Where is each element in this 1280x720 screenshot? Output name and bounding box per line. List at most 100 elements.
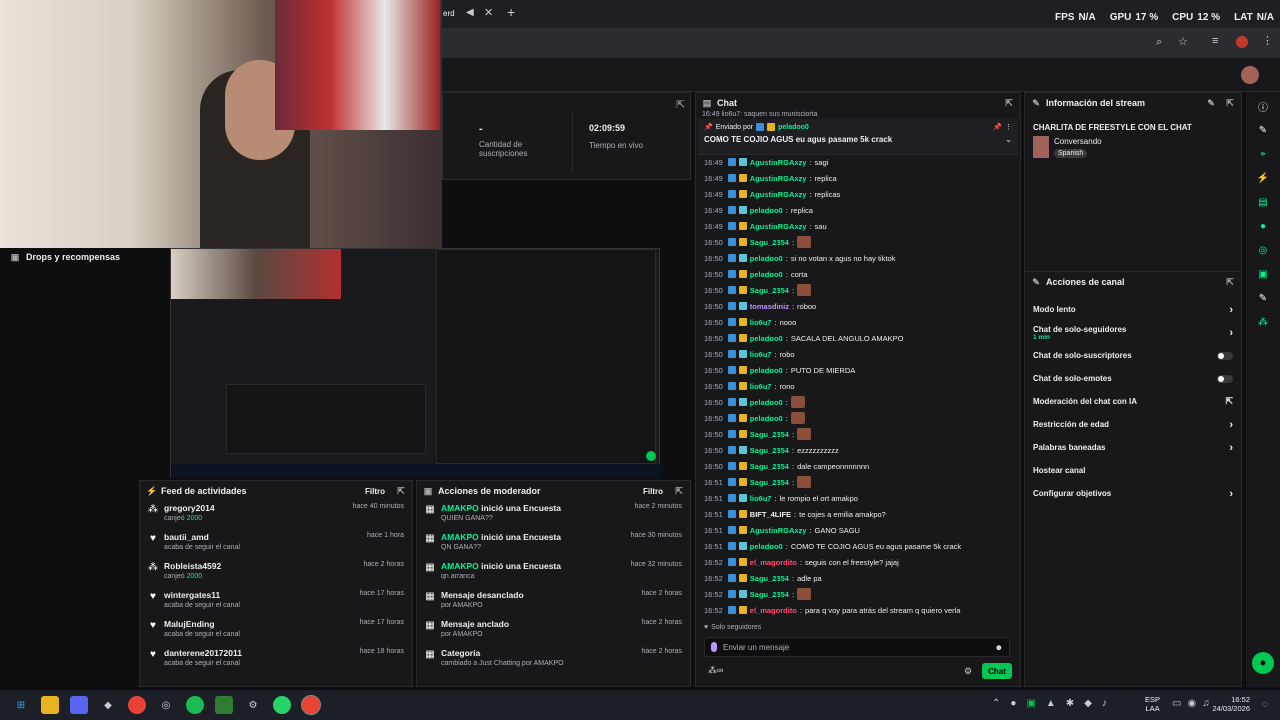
chat-input[interactable]: Enviar un mensaje ☻ bbox=[704, 637, 1010, 657]
pinned-message[interactable]: 📌 Enviado por peladoo0 📌 ⋮ COMO TE COJIO… bbox=[698, 119, 1018, 155]
pencil-icon[interactable]: ✎ bbox=[1206, 98, 1216, 108]
spotify-icon[interactable] bbox=[186, 696, 204, 714]
feed-item[interactable]: ♥ wintergates11 acaba de seguir el canal ha… bbox=[140, 588, 412, 617]
chevron-right-icon[interactable]: › bbox=[1229, 488, 1233, 500]
chat-line[interactable]: 16:50 lio6u7: nooo bbox=[696, 314, 1020, 330]
chat-username[interactable]: Sagu_2354 bbox=[750, 446, 789, 455]
feed-item[interactable]: ♥ danterene20172011 acaba de seguir el can… bbox=[140, 646, 412, 675]
popout-icon[interactable]: ⇱ bbox=[1004, 98, 1014, 108]
chat-line[interactable]: 16:49 AgustinRGAxzy: sau bbox=[696, 218, 1020, 234]
bolt-icon[interactable]: ⚡ bbox=[1253, 168, 1273, 188]
mute-icon[interactable]: ◀ bbox=[466, 7, 474, 18]
feed-username[interactable]: wintergates11 bbox=[164, 590, 354, 600]
mod-item[interactable]: ▦ Mensaje anclado por AMAKPO hace 2 horas bbox=[417, 617, 690, 646]
chat-line[interactable]: 16:50 lio6u7: rono bbox=[696, 378, 1020, 394]
chat-username[interactable]: AgustinRGAxzy bbox=[750, 158, 807, 167]
whatsapp-icon[interactable] bbox=[273, 696, 291, 714]
chevron-right-icon[interactable]: › bbox=[1229, 419, 1233, 431]
feed-item[interactable]: ♥ MalujEnding acaba de seguir el canal hace… bbox=[140, 617, 412, 646]
mod-item[interactable]: ▦ Categoría cambiado a Just Chatting por A… bbox=[417, 646, 690, 675]
feed-item[interactable]: ⁂ gregory2014 canjeó 2000 hace 40 minutos bbox=[140, 501, 412, 530]
gear-icon[interactable]: ⚙ bbox=[964, 666, 972, 677]
shield-icon[interactable]: ▣ bbox=[1253, 264, 1273, 284]
pinned-user[interactable]: peladoo0 bbox=[778, 124, 809, 131]
chat-username[interactable]: el_magordito bbox=[750, 606, 797, 615]
bits-icon[interactable] bbox=[711, 642, 717, 652]
chat-username[interactable]: peladoo0 bbox=[750, 270, 783, 279]
popout-icon[interactable]: ⇱ bbox=[1225, 98, 1235, 108]
chat-line[interactable]: 16:50 peladoo0: bbox=[696, 410, 1020, 426]
tray-chevron-icon[interactable]: ⌃ bbox=[992, 698, 1000, 709]
settings-icon[interactable]: ⚙ bbox=[244, 696, 262, 714]
tab-title[interactable]: erd bbox=[443, 9, 455, 18]
chat-username[interactable]: peladoo0 bbox=[750, 366, 783, 375]
channel-action-item[interactable]: Modo lento › bbox=[1025, 298, 1241, 321]
bookmark-star-icon[interactable]: ☆ bbox=[1178, 35, 1188, 48]
chat-line[interactable]: 16:50 lio6u7: robo bbox=[696, 346, 1020, 362]
channel-action-item[interactable]: Chat de solo-emotes bbox=[1025, 367, 1241, 390]
tray-steam-icon[interactable]: ◆ bbox=[1084, 698, 1092, 709]
discord-icon[interactable] bbox=[70, 696, 88, 714]
chat-line[interactable]: 16:50 peladoo0: SACALA DEL ANGULO AMAKPO bbox=[696, 330, 1020, 346]
feed-item[interactable]: ⁂ Robleista4592 canjeó 2000 hace 2 horas bbox=[140, 559, 412, 588]
chrome-active-icon[interactable] bbox=[301, 695, 321, 715]
chat-username[interactable]: Sagu_2354 bbox=[750, 430, 789, 439]
chat-username[interactable]: peladoo0 bbox=[750, 334, 783, 343]
chat-username[interactable]: AgustinRGAxzy bbox=[750, 526, 807, 535]
obs-icon[interactable]: ◎ bbox=[157, 696, 175, 714]
chat-username[interactable]: lio6u7 bbox=[750, 350, 772, 359]
chat-send-button[interactable]: Chat bbox=[982, 663, 1012, 679]
chat-line[interactable]: 16:50 Sagu_2354: dale campeonnnnnnn bbox=[696, 458, 1020, 474]
list-icon[interactable]: ▤ bbox=[1253, 192, 1273, 212]
chevron-right-icon[interactable]: › bbox=[1229, 304, 1233, 316]
chrome-icon[interactable] bbox=[128, 696, 146, 714]
chat-line[interactable]: 16:49 AgustinRGAxzy: replicas bbox=[696, 186, 1020, 202]
channel-action-item[interactable]: Configurar objetivos › bbox=[1025, 482, 1241, 505]
monitor-icon[interactable]: ▭ bbox=[1172, 698, 1181, 709]
playlist-icon[interactable]: ≡ bbox=[1212, 35, 1218, 47]
chat-line[interactable]: 16:52 el_magordito: para q voy para atrás … bbox=[696, 602, 1020, 618]
chat-line[interactable]: 16:50 tomasdiniz: roboo bbox=[696, 298, 1020, 314]
popout-icon[interactable]: ⇱ bbox=[396, 486, 406, 496]
chat-line[interactable]: 16:51 Sagu_2354: bbox=[696, 474, 1020, 490]
more-icon[interactable]: ⋮ bbox=[1005, 123, 1012, 131]
clip-icon[interactable]: ⌖ bbox=[1253, 144, 1273, 164]
chat-line[interactable]: 16:50 peladoo0: PUTO DE MIERDA bbox=[696, 362, 1020, 378]
channel-action-item[interactable]: Chat de solo-seguidores 1 min › bbox=[1025, 321, 1241, 344]
chat-bubble-icon[interactable]: ● bbox=[1253, 216, 1273, 236]
chevron-right-icon[interactable]: › bbox=[1229, 442, 1233, 454]
chat-line[interactable]: 16:52 Sagu_2354: bbox=[696, 586, 1020, 602]
toggle-switch[interactable] bbox=[1217, 351, 1233, 360]
external-link-icon[interactable]: ⇱ bbox=[1225, 396, 1233, 407]
broadcast-icon[interactable]: ◎ bbox=[1253, 240, 1273, 260]
drops-label[interactable]: Drops y recompensas bbox=[26, 252, 120, 262]
chat-username[interactable]: peladoo0 bbox=[750, 414, 783, 423]
chat-line[interactable]: 16:51 peladoo0: COMO TE COJIO AGUS eu agus… bbox=[696, 538, 1020, 554]
channel-action-item[interactable]: Palabras baneadas › bbox=[1025, 436, 1241, 459]
chat-line[interactable]: 16:49 AgustinRGAxzy: sagi bbox=[696, 154, 1020, 170]
clock[interactable]: 16:52 24/03/2026 bbox=[1208, 695, 1250, 713]
chat-username[interactable]: Sagu_2354 bbox=[750, 462, 789, 471]
chat-username[interactable]: el_magordito bbox=[750, 558, 797, 567]
points-icon[interactable]: ⁂∞ bbox=[708, 665, 723, 676]
mod-actor[interactable]: AMAKPO bbox=[441, 532, 479, 542]
chat-line[interactable]: 16:51 AgustinRGAxzy: GANO SAGU bbox=[696, 522, 1020, 538]
chat-line[interactable]: 16:50 Sagu_2354: bbox=[696, 234, 1020, 250]
feed-filter-button[interactable]: Filtro bbox=[365, 487, 385, 496]
stream-preview-video[interactable] bbox=[170, 248, 661, 478]
chat-line[interactable]: 16:49 AgustinRGAxzy: replica bbox=[696, 170, 1020, 186]
edit-icon[interactable]: ✎ bbox=[1253, 120, 1273, 140]
chat-bubble-icon[interactable]: ● bbox=[1252, 652, 1274, 674]
extension-icon[interactable] bbox=[1236, 36, 1248, 48]
menu-icon[interactable]: ⋮ bbox=[1262, 34, 1273, 47]
tray-green-icon[interactable]: ▣ bbox=[1026, 698, 1035, 709]
mod-item[interactable]: ▦ Mensaje desanclado por AMAKPO hace 2 hora… bbox=[417, 588, 690, 617]
channel-action-item[interactable]: Moderación del chat con IA ⇱ bbox=[1025, 390, 1241, 413]
windows-start-icon[interactable]: ⊞ bbox=[12, 696, 30, 714]
chat-line[interactable]: 16:50 Sagu_2354: bbox=[696, 426, 1020, 442]
popout-icon[interactable]: ⇱ bbox=[676, 98, 685, 111]
chat-username[interactable]: peladoo0 bbox=[750, 254, 783, 263]
unpin-icon[interactable]: 📌 bbox=[993, 123, 1002, 131]
avatar[interactable] bbox=[1241, 66, 1259, 84]
chat-line[interactable]: 16:50 peladoo0: si no votan x agus no hay … bbox=[696, 250, 1020, 266]
